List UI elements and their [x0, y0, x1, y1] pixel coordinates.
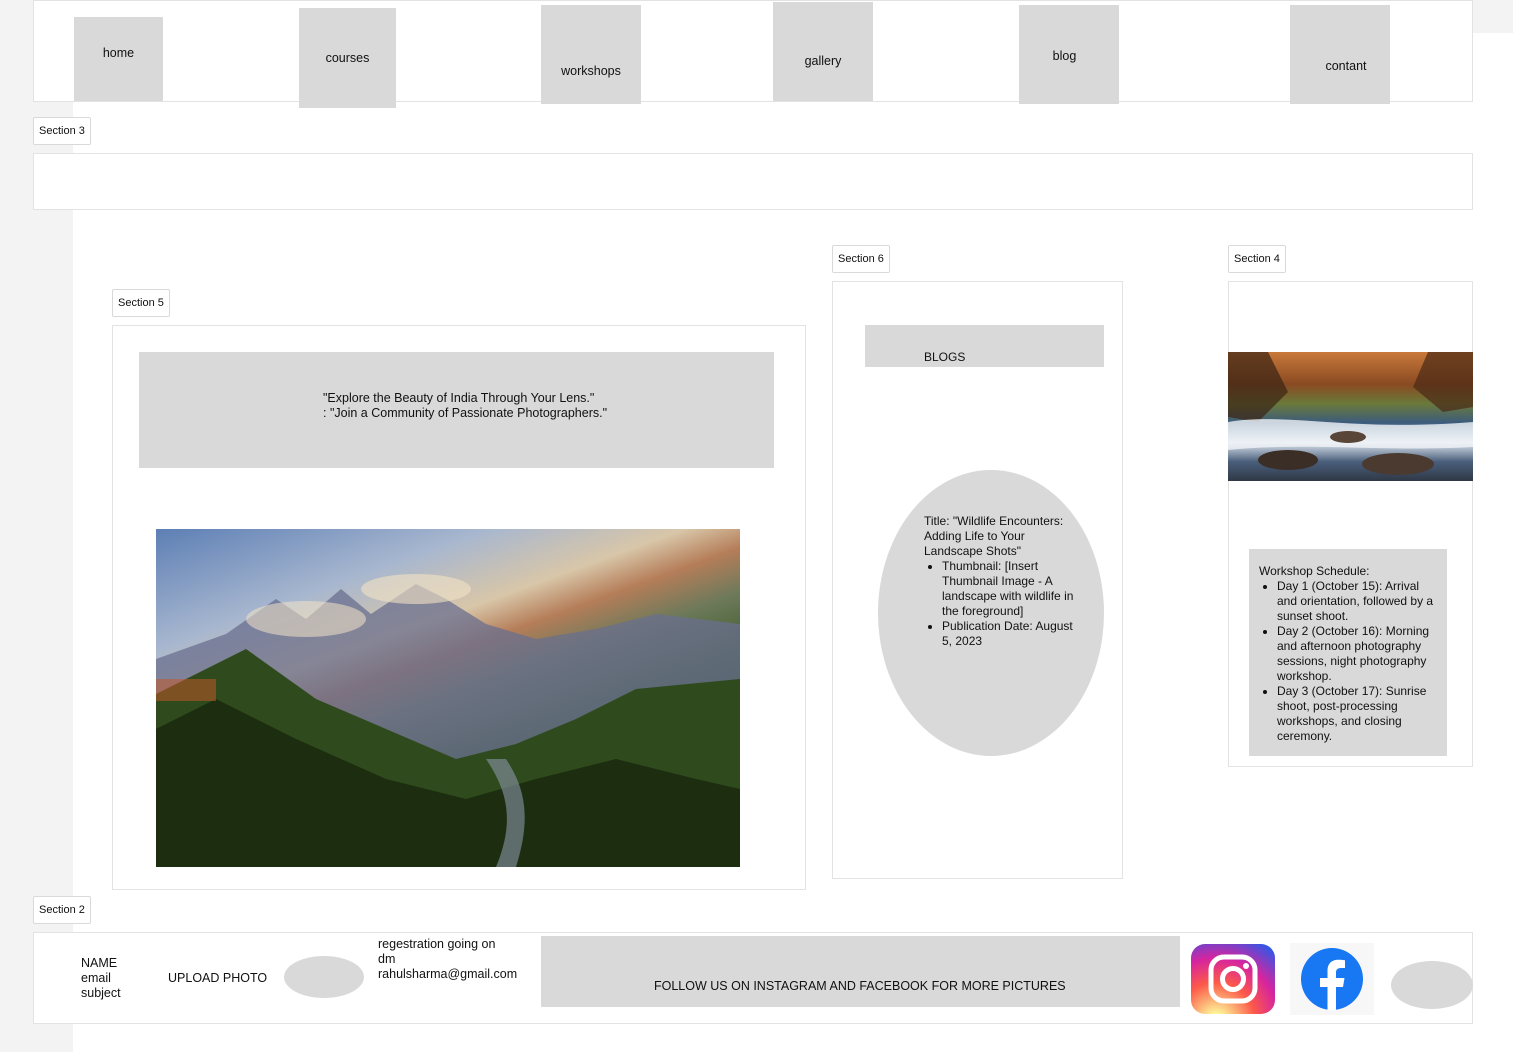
- mountain-valley-photo: [156, 529, 740, 867]
- hero-text: "Explore the Beauty of India Through You…: [323, 391, 607, 421]
- workshop-schedule-card: Workshop Schedule: Day 1 (October 15): A…: [1249, 549, 1447, 756]
- upload-photo-button[interactable]: UPLOAD PHOTO: [168, 971, 267, 985]
- blogs-header-label: BLOGS: [924, 350, 966, 364]
- nav-gallery-label: gallery: [804, 54, 842, 68]
- workshop-schedule-content: Workshop Schedule: Day 1 (October 15): A…: [1259, 564, 1441, 744]
- mountain-scene-graphic: [156, 574, 740, 867]
- subject-field-label[interactable]: subject: [81, 986, 121, 1001]
- instagram-glyph: [1208, 954, 1258, 1004]
- instagram-icon[interactable]: [1191, 944, 1275, 1014]
- section3-frame: [33, 153, 1473, 210]
- section2-tag: Section 2: [33, 896, 91, 924]
- section3-tag: Section 3: [33, 117, 91, 145]
- registration-info: regestration going on dm rahulsharma@gma…: [378, 937, 517, 982]
- nav-workshops-button[interactable]: workshops: [541, 5, 641, 104]
- workshop-day-3: Day 3 (October 17): Sunrise shoot, post-…: [1277, 684, 1441, 744]
- nav-contact-button[interactable]: contant: [1290, 5, 1390, 104]
- workshop-day-1: Day 1 (October 15): Arrival and orientat…: [1277, 579, 1441, 624]
- name-field-label[interactable]: NAME: [81, 956, 121, 971]
- contact-form-fields: NAME email subject: [81, 956, 121, 1001]
- follow-us-text: FOLLOW US ON INSTAGRAM AND FACEBOOK FOR …: [654, 979, 1066, 993]
- follow-us-banner: FOLLOW US ON INSTAGRAM AND FACEBOOK FOR …: [541, 936, 1180, 1007]
- hero-line-2: : "Join a Community of Passionate Photog…: [323, 406, 608, 420]
- hero-line-1: "Explore the Beauty of India Through You…: [323, 391, 595, 405]
- workshop-day-2: Day 2 (October 16): Morning and afternoo…: [1277, 624, 1441, 684]
- blog-post-meta-list: Thumbnail: [Insert Thumbnail Image - A l…: [924, 559, 1076, 649]
- nav-home-button[interactable]: home: [74, 17, 163, 101]
- top-right-background: [1473, 0, 1513, 33]
- section4-tag: Section 4: [1228, 245, 1286, 273]
- nav-workshops-label: workshops: [561, 64, 621, 78]
- nav-home-label: home: [102, 46, 135, 60]
- blogs-header-bar: BLOGS: [865, 325, 1104, 367]
- section5-tag: Section 5: [112, 289, 170, 317]
- upload-placeholder-oval[interactable]: [284, 956, 364, 998]
- workshop-days-list: Day 1 (October 15): Arrival and orientat…: [1259, 579, 1441, 744]
- river-scene-graphic: [1228, 352, 1473, 475]
- workshop-schedule-heading: Workshop Schedule:: [1259, 564, 1370, 578]
- email-field-label[interactable]: email: [81, 971, 121, 986]
- nav-contact-label: contant: [1325, 59, 1367, 73]
- nav-gallery-button[interactable]: gallery: [773, 2, 873, 101]
- nav-blog-button[interactable]: blog: [1019, 5, 1119, 104]
- blog-publication-date: Publication Date: August 5, 2023: [942, 619, 1076, 649]
- facebook-icon[interactable]: [1290, 943, 1374, 1015]
- river-canyon-photo: [1228, 352, 1473, 481]
- nav-blog-label: blog: [1052, 49, 1077, 63]
- navbar: [33, 0, 1473, 102]
- hero-banner: "Explore the Beauty of India Through You…: [139, 352, 774, 468]
- blog-post-title: Title: "Wildlife Encounters: Adding Life…: [924, 514, 1064, 558]
- registration-line-1: regestration going on: [378, 937, 496, 951]
- section6-tag: Section 6: [832, 245, 890, 273]
- extra-placeholder-oval[interactable]: [1391, 961, 1473, 1009]
- nav-courses-button[interactable]: courses: [299, 8, 396, 108]
- nav-courses-label: courses: [325, 51, 370, 65]
- blog-thumbnail-note: Thumbnail: [Insert Thumbnail Image - A l…: [942, 559, 1076, 619]
- registration-email[interactable]: rahulsharma@gmail.com: [378, 967, 517, 982]
- registration-line-2: dm: [378, 952, 396, 966]
- blog-post-details: Title: "Wildlife Encounters: Adding Life…: [924, 514, 1076, 649]
- facebook-glyph: [1301, 948, 1363, 1010]
